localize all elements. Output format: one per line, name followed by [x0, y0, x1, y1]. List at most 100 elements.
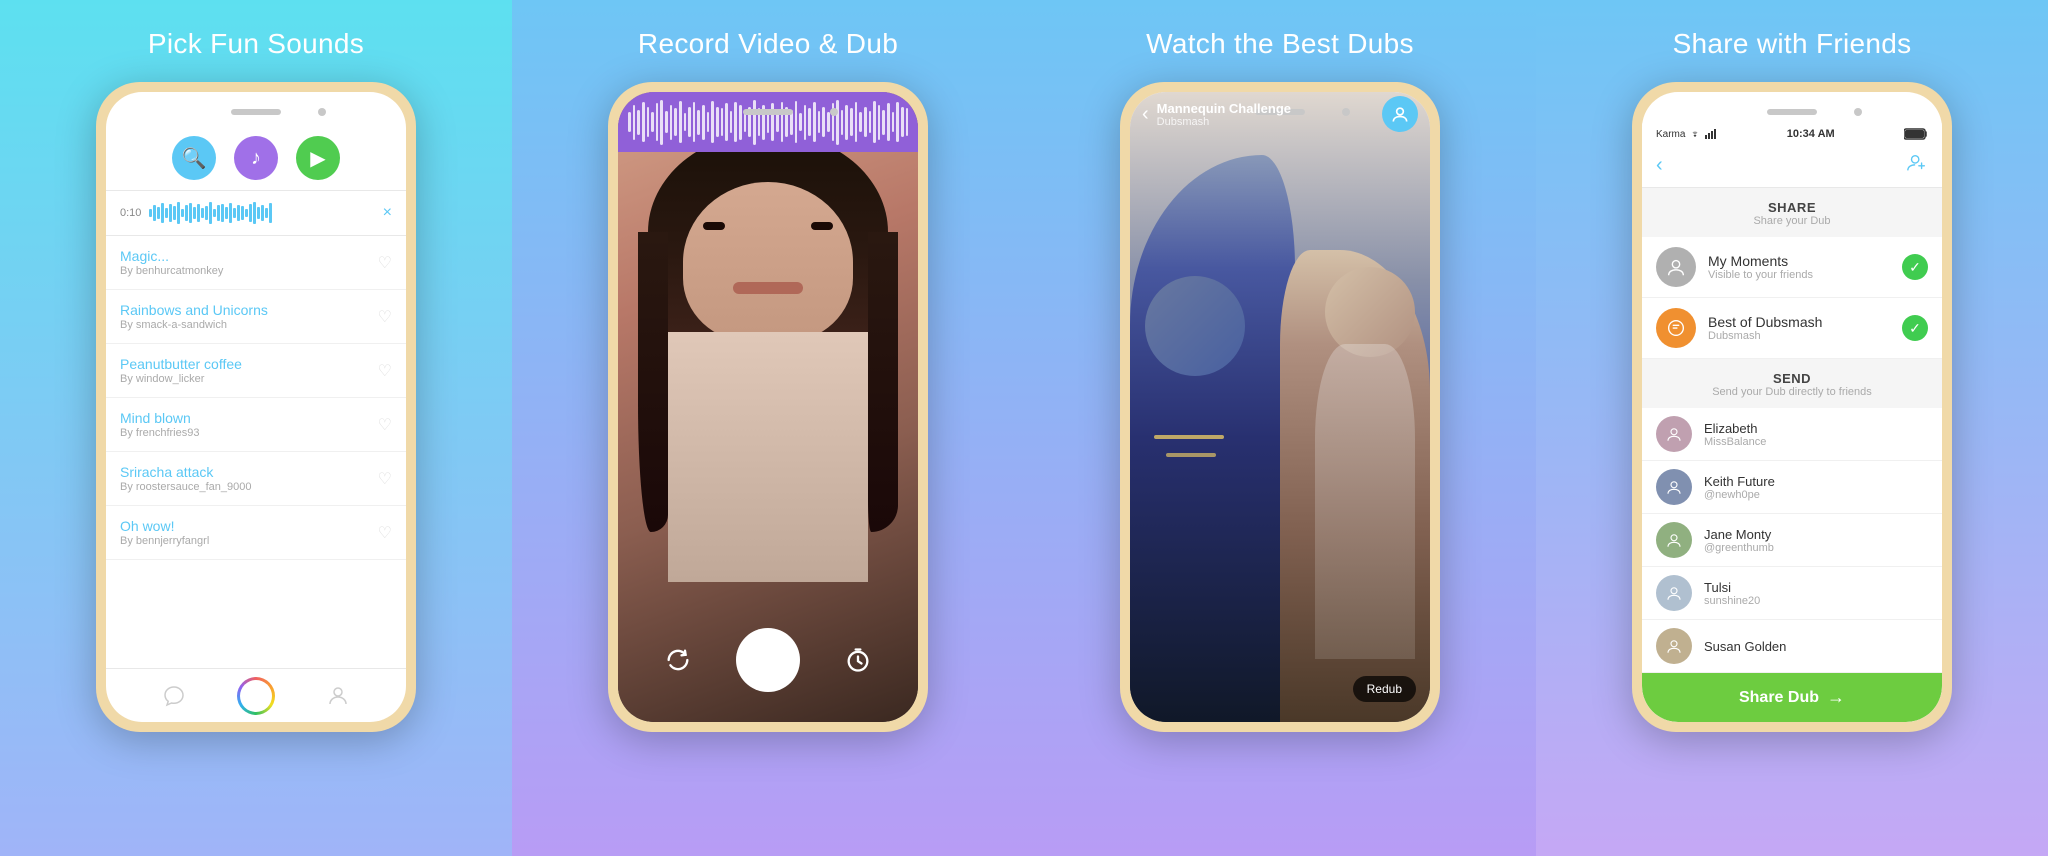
list-item[interactable]: Rainbows and Unicorns By smack-a-sandwic…	[106, 290, 406, 344]
speaker-1	[231, 109, 281, 115]
heart-icon[interactable]: ♡	[378, 361, 392, 381]
song-info: Peanutbutter coffee By window_licker	[120, 356, 242, 385]
contact-tulsi[interactable]: Tulsi sunshine20	[1642, 567, 1942, 620]
status-time: 10:34 AM	[1787, 128, 1835, 140]
contact-name: Keith Future	[1704, 474, 1928, 489]
list-item[interactable]: Oh wow! By bennjerryfangrl ♡	[106, 506, 406, 560]
phone-4: Karma 10:34 AM	[1632, 82, 1952, 732]
song-author: By frenchfries93	[120, 427, 199, 439]
panel-1-title: Pick Fun Sounds	[148, 28, 364, 60]
channel-avatar[interactable]	[1382, 96, 1418, 132]
share-item-sub: Visible to your friends	[1708, 269, 1890, 281]
profile-icon[interactable]	[324, 682, 352, 710]
share-dub-button[interactable]: Share Dub →	[1642, 673, 1942, 722]
song-author: By window_licker	[120, 373, 242, 385]
song-info: Rainbows and Unicorns By smack-a-sandwic…	[120, 302, 268, 331]
panel-record-video: Record Video & Dub	[512, 0, 1024, 856]
song-name: Oh wow!	[120, 518, 209, 534]
music-tab-button[interactable]: ♪	[234, 136, 278, 180]
rotate-camera-icon[interactable]	[660, 642, 696, 678]
share-dub-label: Share Dub	[1739, 689, 1819, 707]
song-author: By smack-a-sandwich	[120, 319, 268, 331]
chat-icon[interactable]	[160, 682, 188, 710]
share-header: SHARE Share your Dub	[1642, 188, 1942, 237]
rainbow-circle-icon[interactable]	[237, 677, 275, 715]
close-icon[interactable]: ×	[383, 204, 392, 222]
recording-waveform	[618, 92, 918, 152]
share-item-name: Best of Dubsmash	[1708, 314, 1890, 330]
record-button[interactable]	[736, 628, 800, 692]
song-list: Magic... By benhurcatmonkey ♡ Rainbows a…	[106, 236, 406, 668]
add-person-button[interactable]	[1906, 152, 1928, 179]
list-item[interactable]: Mind blown By frenchfries93 ♡	[106, 398, 406, 452]
camera-1	[318, 108, 326, 116]
panel-share: Share with Friends Karma	[1536, 0, 2048, 856]
wave-bar	[173, 206, 176, 220]
phone-2-screen	[618, 92, 918, 722]
share-subtext: Share your Dub	[1658, 215, 1926, 233]
song-info: Oh wow! By bennjerryfangrl	[120, 518, 209, 547]
phone-2	[608, 82, 928, 732]
song-author: By roostersauce_fan_9000	[120, 481, 251, 493]
keith-avatar	[1656, 469, 1692, 505]
tulsi-info: Tulsi sunshine20	[1704, 580, 1928, 607]
song-name: Rainbows and Unicorns	[120, 302, 268, 318]
list-item[interactable]: Sriracha attack By roostersauce_fan_9000…	[106, 452, 406, 506]
video-tab-button[interactable]: ▶	[296, 136, 340, 180]
contact-username: MissBalance	[1704, 436, 1928, 448]
back-icon[interactable]: ‹	[1142, 103, 1149, 126]
camera-4	[1854, 108, 1862, 116]
phone-1-inner: 🔍 ♪ ▶ 0:10	[106, 92, 406, 722]
heart-icon[interactable]: ♡	[378, 469, 392, 489]
wave-bar	[213, 209, 216, 217]
share-item-sub: Dubsmash	[1708, 330, 1890, 342]
heart-icon[interactable]: ♡	[378, 523, 392, 543]
keith-info: Keith Future @newh0pe	[1704, 474, 1928, 501]
status-left: Karma	[1656, 129, 1717, 140]
phone-3-inner: ‹ Mannequin Challenge Dubsmash	[1130, 92, 1430, 722]
search-tab-button[interactable]: 🔍	[172, 136, 216, 180]
wave-bar	[201, 208, 204, 218]
playing-bar: 0:10	[106, 191, 406, 236]
phone-1: 🔍 ♪ ▶ 0:10	[96, 82, 416, 732]
phone-2-notch	[618, 102, 918, 122]
list-item[interactable]: Magic... By benhurcatmonkey ♡	[106, 236, 406, 290]
search-icon: 🔍	[182, 146, 207, 171]
elizabeth-info: Elizabeth MissBalance	[1704, 421, 1928, 448]
video-icon: ▶	[310, 146, 325, 171]
tab-bar: 🔍 ♪ ▶	[106, 122, 406, 191]
my-moments-info: My Moments Visible to your friends	[1708, 253, 1890, 281]
jane-info: Jane Monty @greenthumb	[1704, 527, 1928, 554]
panel-2-title: Record Video & Dub	[638, 28, 898, 60]
redub-button[interactable]: Redub	[1353, 676, 1416, 702]
contact-name: Susan Golden	[1704, 639, 1928, 654]
arrow-icon: →	[1827, 687, 1845, 708]
heart-icon[interactable]: ♡	[378, 415, 392, 435]
speaker-2	[743, 109, 793, 115]
video-info: Mannequin Challenge Dubsmash	[1157, 101, 1382, 128]
recording-controls	[618, 628, 918, 692]
wave-bar	[189, 203, 192, 223]
wave-bar	[225, 207, 228, 219]
share-item-my-moments[interactable]: My Moments Visible to your friends ✓	[1642, 237, 1942, 298]
contact-keith[interactable]: Keith Future @newh0pe	[1642, 461, 1942, 514]
heart-icon[interactable]: ♡	[378, 307, 392, 327]
list-item[interactable]: Peanutbutter coffee By window_licker ♡	[106, 344, 406, 398]
contact-elizabeth[interactable]: Elizabeth MissBalance	[1642, 408, 1942, 461]
contact-susan[interactable]: Susan Golden	[1642, 620, 1942, 673]
song-name: Magic...	[120, 248, 223, 264]
wave-bar	[185, 205, 188, 221]
back-button[interactable]: ‹	[1656, 154, 1663, 177]
share-item-best-of-dubsmash[interactable]: Best of Dubsmash Dubsmash ✓	[1642, 298, 1942, 359]
contact-username: sunshine20	[1704, 595, 1928, 607]
phone-3: ‹ Mannequin Challenge Dubsmash	[1120, 82, 1440, 732]
wave-bar	[197, 204, 200, 222]
timer-icon[interactable]	[840, 642, 876, 678]
my-moments-avatar	[1656, 247, 1696, 287]
contact-jane-monty[interactable]: Jane Monty @greenthumb	[1642, 514, 1942, 567]
heart-icon[interactable]: ♡	[378, 253, 392, 273]
check-icon: ✓	[1902, 254, 1928, 280]
wave-bar	[241, 206, 244, 220]
wave-bar	[261, 205, 264, 221]
wifi-icon	[1689, 129, 1701, 139]
